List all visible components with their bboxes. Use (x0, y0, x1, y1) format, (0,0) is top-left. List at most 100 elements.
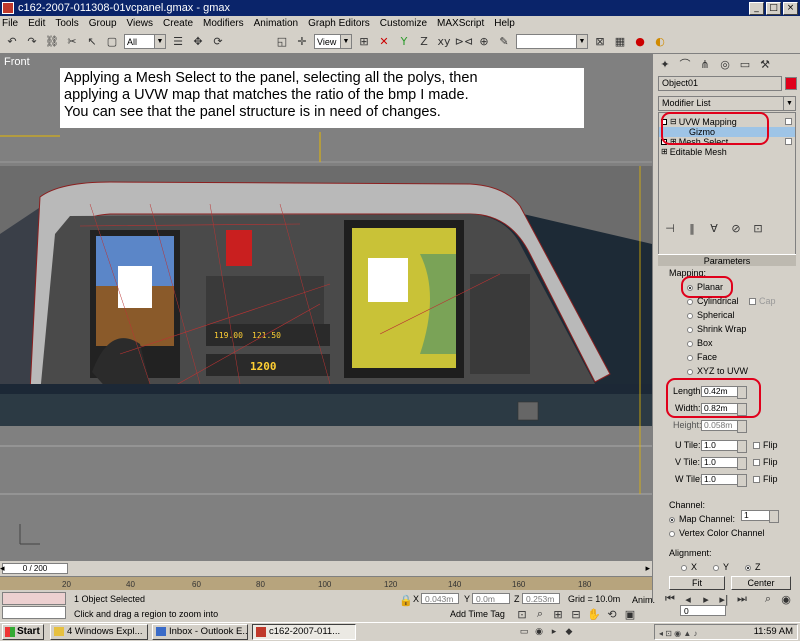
display-tab-icon[interactable]: ▭ (737, 56, 753, 72)
minimize-button[interactable]: _ (749, 1, 764, 15)
zoom-icon[interactable]: ⌕ (532, 606, 548, 622)
radio-xyz-to-uvw[interactable]: XYZ to UVW (687, 366, 748, 376)
restrict-x-icon[interactable]: ✕ (376, 34, 392, 50)
zoom-extents-icon[interactable]: ⊟ (568, 606, 584, 622)
start-button[interactable]: Start (2, 624, 44, 640)
select-region-icon[interactable]: ▢ (104, 34, 120, 50)
time-slider[interactable]: 0 / 200 ◂ ▸ (0, 560, 652, 576)
radio-box[interactable]: Box (687, 338, 713, 348)
close-button[interactable]: × (783, 1, 798, 15)
selection-filter-dropdown[interactable]: All ▼ (124, 34, 166, 49)
desktop-icon[interactable]: ▭ (518, 626, 530, 638)
map-channel-spinner[interactable]: 1 (741, 510, 779, 523)
clock[interactable]: 11:59 AM (754, 626, 793, 637)
task-gmax[interactable]: c162-2007-011... (252, 624, 356, 640)
named-selection-sets-dropdown[interactable]: ▼ (516, 34, 588, 49)
go-to-start-icon[interactable]: ⏮ (662, 591, 678, 607)
radio-cylindrical[interactable]: Cylindrical (687, 296, 739, 306)
redo-icon[interactable]: ↷ (24, 34, 40, 50)
cap-checkbox[interactable]: Cap (749, 296, 776, 306)
reference-coord-dropdown[interactable]: View ▼ (314, 34, 352, 49)
unlink-icon[interactable]: ✂ (64, 34, 80, 50)
radio-align-x[interactable]: X (681, 562, 697, 572)
menu-create[interactable]: Create (163, 18, 193, 29)
pin-stack-icon[interactable]: ⊣ (662, 220, 678, 236)
w-tile-spinner[interactable]: 1.0 (701, 474, 747, 487)
go-to-end-icon[interactable]: ⏭ (734, 591, 750, 607)
menu-edit[interactable]: Edit (28, 18, 45, 29)
render-icon[interactable]: ▦ (612, 34, 628, 50)
zoom-all-icon[interactable]: ⊞ (550, 606, 566, 622)
mirror-icon[interactable]: ⊳⊲ (455, 34, 473, 50)
x-coord-field[interactable]: 0.043m (421, 593, 459, 604)
radio-align-y[interactable]: Y (713, 562, 729, 572)
pivot-center-icon[interactable]: ⊞ (356, 34, 372, 50)
u-tile-spinner[interactable]: 1.0 (701, 440, 747, 453)
teapot-render-icon[interactable]: ● (632, 34, 648, 50)
quick-render-icon[interactable]: ◐ (652, 34, 668, 50)
viewport-label[interactable]: Front (4, 56, 30, 68)
v-tile-spinner[interactable]: 1.0 (701, 457, 747, 470)
browser-icon[interactable]: ◉ (533, 626, 545, 638)
radio-align-z[interactable]: Z (745, 562, 761, 572)
link-icon[interactable]: ⛓ (44, 34, 60, 50)
current-frame-field[interactable]: 0 (680, 605, 726, 616)
menu-help[interactable]: Help (494, 18, 515, 29)
modify-tab-icon[interactable]: ⌒ (677, 56, 693, 72)
stack-toggle-checkbox[interactable] (785, 118, 792, 125)
shortcut-icon[interactable]: ◆ (563, 626, 575, 638)
front-viewport[interactable]: 119.00 121.50 1200 Front Applying a Mesh… (0, 54, 652, 560)
maximize-button[interactable]: □ (766, 1, 781, 15)
field-of-view-icon[interactable]: ◉ (778, 591, 794, 607)
make-unique-icon[interactable]: ∀ (706, 220, 722, 236)
stack-item-editable-mesh[interactable]: ⊞ Editable Mesh (661, 147, 727, 157)
object-color-swatch[interactable] (785, 77, 797, 90)
maxscript-listener-field[interactable] (2, 592, 66, 605)
track-bar[interactable]: 20 40 60 80 100 120 140 160 180 (0, 576, 652, 590)
time-slider-thumb[interactable]: 0 / 200 (2, 563, 68, 574)
y-coord-field[interactable]: 0.0m (472, 593, 510, 604)
chevron-right-icon[interactable]: ▸ (645, 563, 650, 574)
w-flip-checkbox[interactable]: Flip (753, 474, 778, 484)
restrict-z-icon[interactable]: Z (416, 34, 432, 50)
task-outlook-inbox[interactable]: Inbox - Outlook E... (152, 624, 248, 640)
set-key-icon[interactable]: ⊡ (514, 606, 530, 622)
arc-rotate-icon[interactable]: ⟲ (604, 606, 620, 622)
scale-icon[interactable]: ◱ (274, 34, 290, 50)
pivot-icon[interactable]: ✛ (294, 34, 310, 50)
menu-views[interactable]: Views (127, 18, 154, 29)
menu-modifiers[interactable]: Modifiers (203, 18, 244, 29)
motion-tab-icon[interactable]: ◎ (717, 56, 733, 72)
expand-icon[interactable]: ⊞ (661, 147, 668, 157)
pan-icon[interactable]: ✋ (586, 606, 602, 622)
add-time-tag-button[interactable]: Add Time Tag (450, 609, 505, 619)
rotate-icon[interactable]: ⟳ (210, 34, 226, 50)
v-flip-checkbox[interactable]: Flip (753, 457, 778, 467)
stack-toggle-checkbox[interactable] (785, 138, 792, 145)
maximize-viewport-icon[interactable]: ▣ (622, 606, 638, 622)
named-selection-icon[interactable]: ✎ (496, 34, 512, 50)
select-object-icon[interactable]: ↖ (84, 34, 100, 50)
lock-selection-icon[interactable]: 🔒 (398, 592, 414, 608)
menu-graph-editors[interactable]: Graph Editors (308, 18, 370, 29)
menu-animation[interactable]: Animation (254, 18, 298, 29)
height-spinner[interactable]: 0.058m (701, 420, 747, 433)
configure-sets-icon[interactable]: ⊡ (750, 220, 766, 236)
remove-modifier-icon[interactable]: ⊘ (728, 220, 744, 236)
radio-spherical[interactable]: Spherical (687, 310, 735, 320)
restrict-xy-icon[interactable]: xy (436, 34, 452, 50)
anim-mode-button[interactable]: Anim. (632, 595, 655, 605)
material-editor-icon[interactable]: ⊠ (592, 34, 608, 50)
menu-maxscript[interactable]: MAXScript (437, 18, 484, 29)
tray-icons[interactable]: ◂ ⊡ ◉ ▲ ♪ (659, 627, 698, 641)
maxscript-output-field[interactable] (2, 606, 66, 619)
z-coord-field[interactable]: 0.253m (522, 593, 560, 604)
hierarchy-tab-icon[interactable]: ⋔ (697, 56, 713, 72)
align-icon[interactable]: ⊕ (476, 34, 492, 50)
radio-shrink-wrap[interactable]: Shrink Wrap (687, 324, 746, 334)
chevron-left-icon[interactable]: ◂ (0, 563, 5, 574)
menu-customize[interactable]: Customize (380, 18, 427, 29)
parameters-rollout-header[interactable]: Parameters (658, 254, 796, 266)
zoom-region-icon[interactable]: ⌕ (760, 591, 776, 607)
task-windows-explorer[interactable]: 4 Windows Expl... (50, 624, 148, 640)
